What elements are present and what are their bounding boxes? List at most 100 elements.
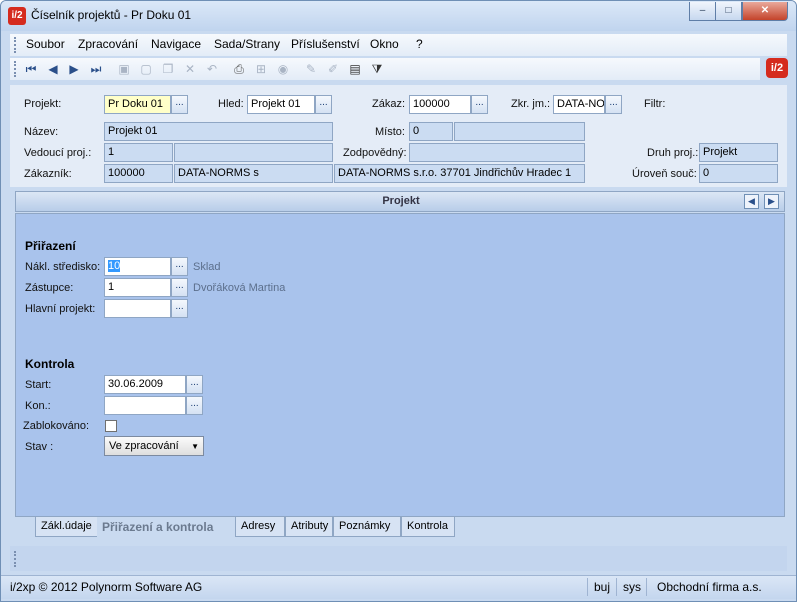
menu-okno[interactable]: Okno	[370, 37, 399, 51]
status-user: buj	[594, 580, 611, 594]
last-record-icon[interactable]: ⏭	[88, 61, 104, 77]
toolbar: ⏮ ◀ ▶ ⏭ ▣ ▢ ❐ ✕ ↶ ⎙ ⊞ ◉ ✎ ✐ ▤ ⧩	[10, 58, 760, 80]
menu-grip[interactable]	[14, 37, 16, 53]
tab-atributy[interactable]: Atributy	[285, 517, 333, 537]
section-header: Projekt ◀ ▶	[15, 191, 785, 212]
toolbar-grip[interactable]	[14, 61, 16, 77]
refresh-icon[interactable]: ◉	[275, 61, 291, 77]
zkr-jm-lookup-button[interactable]: ...	[605, 95, 622, 114]
hlavni-lookup-button[interactable]: ...	[171, 299, 188, 318]
zastupce-field[interactable]: 1	[104, 278, 171, 297]
tab-kontrola[interactable]: Kontrola	[401, 517, 455, 537]
status-separator	[616, 578, 617, 596]
edit-icon[interactable]: ✎	[303, 61, 319, 77]
status-upper-bar	[10, 546, 787, 571]
undo-icon[interactable]: ↶	[204, 61, 220, 77]
zastupce-hint: Dvořáková Martina	[193, 282, 286, 294]
misto-label: Místo:	[375, 126, 405, 138]
zablokovano-label: Zablokováno:	[23, 420, 90, 432]
close-button[interactable]: ✕	[742, 2, 788, 21]
copy-icon[interactable]: ❐	[160, 61, 176, 77]
hled-label: Hled:	[218, 98, 244, 110]
projekt-lookup-button[interactable]: ...	[171, 95, 188, 114]
zkr-jm-field[interactable]: DATA-NO	[553, 95, 605, 114]
section-prev-icon[interactable]: ◀	[744, 194, 759, 209]
status-separator	[646, 578, 647, 596]
zakaznik-address-field[interactable]: DATA-NORMS s.r.o. 37701 Jindřichův Hrade…	[334, 164, 585, 183]
filtr-label: Filtr:	[644, 98, 666, 110]
status-bar: i/2xp © 2012 Polynorm Software AG buj sy…	[1, 575, 796, 599]
status-copyright: i/2xp © 2012 Polynorm Software AG	[10, 580, 203, 594]
window-title: Číselník projektů - Pr Doku 01	[31, 8, 192, 22]
start-label: Start:	[25, 379, 52, 391]
kon-date-picker-button[interactable]: ...	[186, 396, 203, 415]
status-db: sys	[623, 580, 641, 594]
start-date-field[interactable]: 30.06.2009	[104, 375, 186, 394]
brand-logo-icon: i/2	[766, 58, 788, 78]
pen-icon[interactable]: ✐	[325, 61, 341, 77]
application-window: i/2 Číselník projektů - Pr Doku 01 – □ ✕…	[0, 0, 797, 602]
section-next-icon[interactable]: ▶	[764, 194, 779, 209]
hled-lookup-button[interactable]: ...	[315, 95, 332, 114]
table-icon[interactable]: ▤	[347, 61, 363, 77]
print-icon[interactable]: ⎙	[231, 61, 247, 77]
first-record-icon[interactable]: ⏮	[23, 61, 39, 77]
filter-icon[interactable]: ⧩	[369, 61, 385, 77]
app-logo-icon: i/2	[8, 7, 26, 25]
zastupce-lookup-button[interactable]: ...	[171, 278, 188, 297]
new-icon[interactable]: ▢	[138, 61, 154, 77]
nakl-hint: Sklad	[193, 261, 221, 273]
misto-field[interactable]: 0	[409, 122, 453, 141]
stav-select[interactable]: Ve zpracování ▼	[104, 436, 204, 456]
section-title: Projekt	[382, 195, 420, 207]
nakl-field[interactable]: 10	[104, 257, 171, 276]
kon-label: Kon.:	[25, 400, 51, 412]
misto-name-field[interactable]	[454, 122, 585, 141]
next-record-icon[interactable]: ▶	[66, 61, 82, 77]
nakl-lookup-button[interactable]: ...	[171, 257, 188, 276]
zakaznik-name-field[interactable]: DATA-NORMS s	[174, 164, 333, 183]
start-date-picker-button[interactable]: ...	[186, 375, 203, 394]
menu-help[interactable]: ?	[416, 37, 423, 51]
kontrola-heading: Kontrola	[25, 357, 75, 371]
vedouci-field[interactable]: 1	[104, 143, 173, 162]
minimize-button[interactable]: –	[689, 2, 716, 21]
save-icon[interactable]: ▣	[116, 61, 132, 77]
zablokovano-checkbox[interactable]	[105, 420, 117, 432]
hled-field[interactable]: Projekt 01	[247, 95, 315, 114]
zakaznik-code-field[interactable]: 100000	[104, 164, 173, 183]
zakaz-lookup-button[interactable]: ...	[471, 95, 488, 114]
hlavni-field[interactable]	[104, 299, 171, 318]
uroven-field[interactable]: 0	[699, 164, 778, 183]
menu-zpracovani[interactable]: Zpracování	[78, 37, 138, 51]
hlavni-label: Hlavní projekt:	[25, 303, 96, 315]
zakaz-label: Zákaz:	[372, 98, 406, 110]
delete-icon[interactable]: ✕	[182, 61, 198, 77]
menu-prislusenstvi[interactable]: Příslušenství	[291, 37, 360, 51]
prirazeni-heading: Přiřazení	[25, 239, 76, 253]
nakl-value: 10	[108, 260, 121, 272]
druh-field[interactable]: Projekt	[699, 143, 778, 162]
zakaznik-label: Zákazník:	[24, 168, 72, 180]
vedouci-label: Vedoucí proj.:	[24, 147, 92, 159]
menu-navigace[interactable]: Navigace	[151, 37, 201, 51]
tab-poznamky[interactable]: Poznámky	[333, 517, 401, 537]
tree-icon[interactable]: ⊞	[253, 61, 269, 77]
projekt-field[interactable]: Pr Doku 01	[104, 95, 171, 114]
tab-strip: Zákl.údaje Přiřazení a kontrola Adresy A…	[15, 517, 785, 539]
nazev-label: Název:	[24, 126, 59, 138]
status-company: Obchodní firma a.s.	[657, 580, 762, 594]
status-grip[interactable]	[14, 551, 16, 567]
zodpovedny-field[interactable]	[409, 143, 585, 162]
menu-soubor[interactable]: Soubor	[26, 37, 65, 51]
maximize-button[interactable]: □	[715, 2, 742, 21]
zakaz-field[interactable]: 100000	[409, 95, 471, 114]
stav-label: Stav :	[25, 441, 54, 453]
vedouci-name-field[interactable]	[174, 143, 333, 162]
tab-adresy[interactable]: Adresy	[235, 517, 285, 537]
kon-date-field[interactable]	[104, 396, 186, 415]
tab-prirazeni-a-kontrola[interactable]: Přiřazení a kontrola	[97, 517, 237, 537]
prev-record-icon[interactable]: ◀	[45, 61, 61, 77]
menu-sada-strany[interactable]: Sada/Strany	[214, 37, 280, 51]
nazev-field[interactable]: Projekt 01	[104, 122, 333, 141]
